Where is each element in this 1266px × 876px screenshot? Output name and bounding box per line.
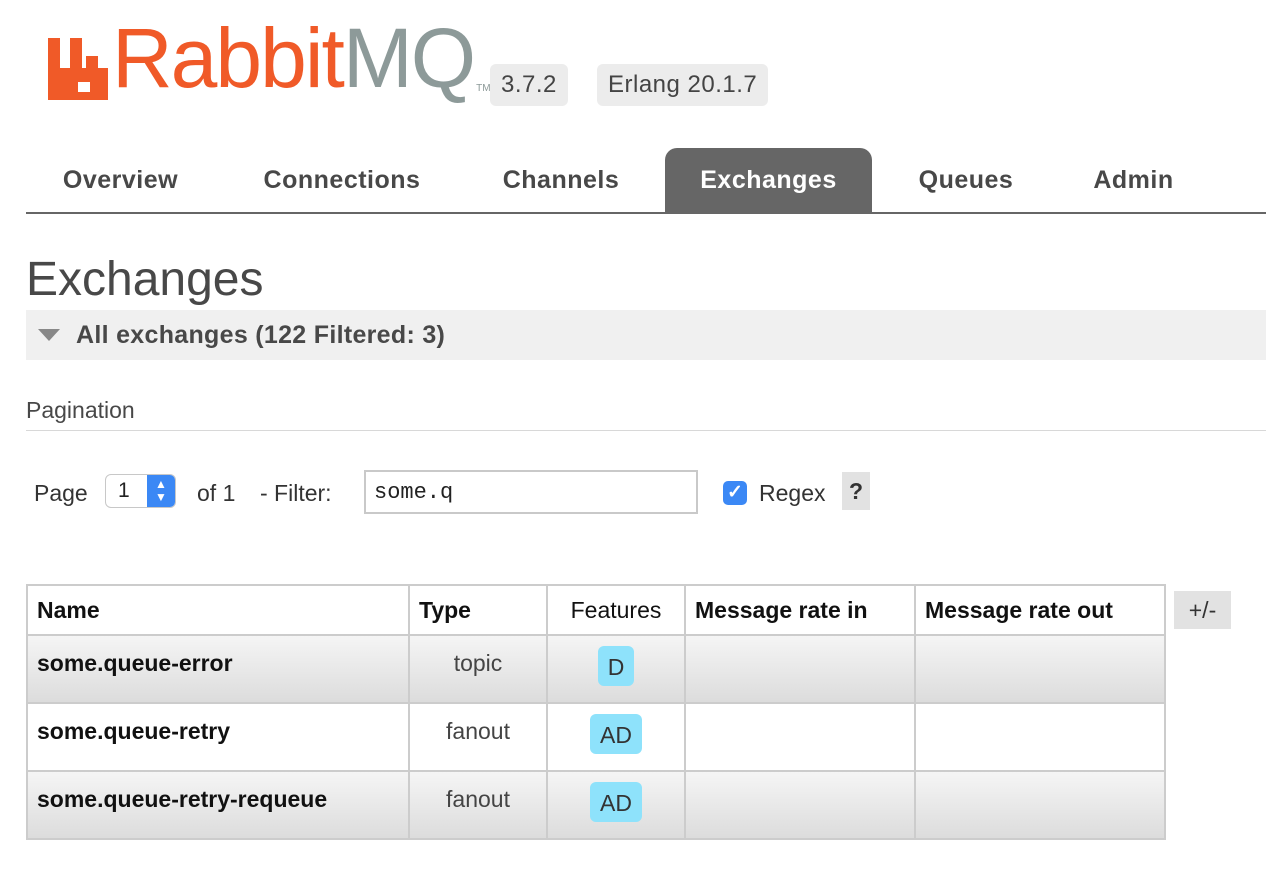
select-arrows-icon: ▲ ▼	[147, 475, 175, 507]
exchange-name-link[interactable]: some.queue-retry-requeue	[26, 770, 410, 840]
columns-toggle-button[interactable]: +/-	[1174, 591, 1231, 629]
page-select-value: 1	[118, 479, 130, 502]
rabbitmq-logo-icon	[48, 38, 108, 100]
rate-out-cell	[914, 770, 1166, 840]
pagination-label: Pagination	[26, 397, 135, 423]
feature-badge: AD	[590, 714, 642, 754]
rate-out-cell	[914, 702, 1166, 772]
exchange-name-link[interactable]: some.queue-error	[26, 634, 410, 704]
column-header-type[interactable]: Type	[408, 584, 548, 636]
features-cell: AD	[546, 770, 686, 840]
rate-out-cell	[914, 634, 1166, 704]
logo-text-rabbit: Rabbit	[112, 11, 345, 105]
table-row[interactable]: some.queue-error topic D	[26, 634, 1166, 704]
filter-label: - Filter:	[260, 480, 332, 506]
regex-label[interactable]: Regex	[759, 480, 825, 507]
tab-queues[interactable]: Queues	[896, 148, 1036, 212]
exchange-type: fanout	[408, 770, 548, 840]
exchange-type: topic	[408, 634, 548, 704]
features-cell: AD	[546, 702, 686, 772]
rabbitmq-logo[interactable]: Rabbit MQ TM	[48, 16, 491, 100]
tab-channels[interactable]: Channels	[476, 148, 646, 212]
logo-trademark: TM	[476, 83, 491, 94]
exchange-name-link[interactable]: some.queue-retry	[26, 702, 410, 772]
feature-badge: AD	[590, 782, 642, 822]
collapse-triangle-icon[interactable]	[38, 329, 60, 341]
exchanges-table: Name Type Features Message rate in Messa…	[26, 584, 1166, 840]
table-row[interactable]: some.queue-retry fanout AD	[26, 702, 1166, 772]
feature-badge: D	[597, 646, 635, 686]
page-count-label: of 1	[197, 480, 236, 506]
rate-in-cell	[684, 770, 916, 840]
rate-in-cell	[684, 702, 916, 772]
page-label: Page	[34, 480, 88, 506]
table-row[interactable]: some.queue-retry-requeue fanout AD	[26, 770, 1166, 840]
erlang-version-badge: Erlang 20.1.7	[597, 64, 769, 106]
features-cell: D	[546, 634, 686, 704]
all-exchanges-section-header[interactable]: All exchanges (122 Filtered: 3)	[26, 310, 1266, 360]
column-header-name[interactable]: Name	[26, 584, 410, 636]
column-header-features: Features	[546, 584, 686, 636]
section-title: All exchanges (122 Filtered: 3)	[76, 320, 446, 349]
page-title: Exchanges	[26, 253, 264, 306]
column-header-rate-out: Message rate out	[914, 584, 1166, 636]
regex-help-button[interactable]: ?	[842, 472, 870, 510]
exchange-type: fanout	[408, 702, 548, 772]
tab-admin[interactable]: Admin	[1071, 148, 1196, 212]
page-select[interactable]: 1 ▲ ▼	[105, 474, 176, 508]
regex-checkbox[interactable]: ✓	[723, 481, 747, 505]
main-nav: Overview Connections Channels Exchanges …	[26, 148, 1266, 214]
tab-exchanges[interactable]: Exchanges	[665, 148, 872, 212]
column-header-rate-in: Message rate in	[684, 584, 916, 636]
rate-in-cell	[684, 634, 916, 704]
tab-connections[interactable]: Connections	[237, 148, 447, 212]
tab-overview[interactable]: Overview	[26, 148, 215, 212]
filter-input[interactable]	[364, 470, 698, 514]
rabbitmq-version-badge: 3.7.2	[490, 64, 568, 106]
logo-text-mq: MQ	[342, 11, 476, 105]
pagination-divider	[26, 430, 1266, 431]
table-header-row: Name Type Features Message rate in Messa…	[26, 584, 1166, 636]
